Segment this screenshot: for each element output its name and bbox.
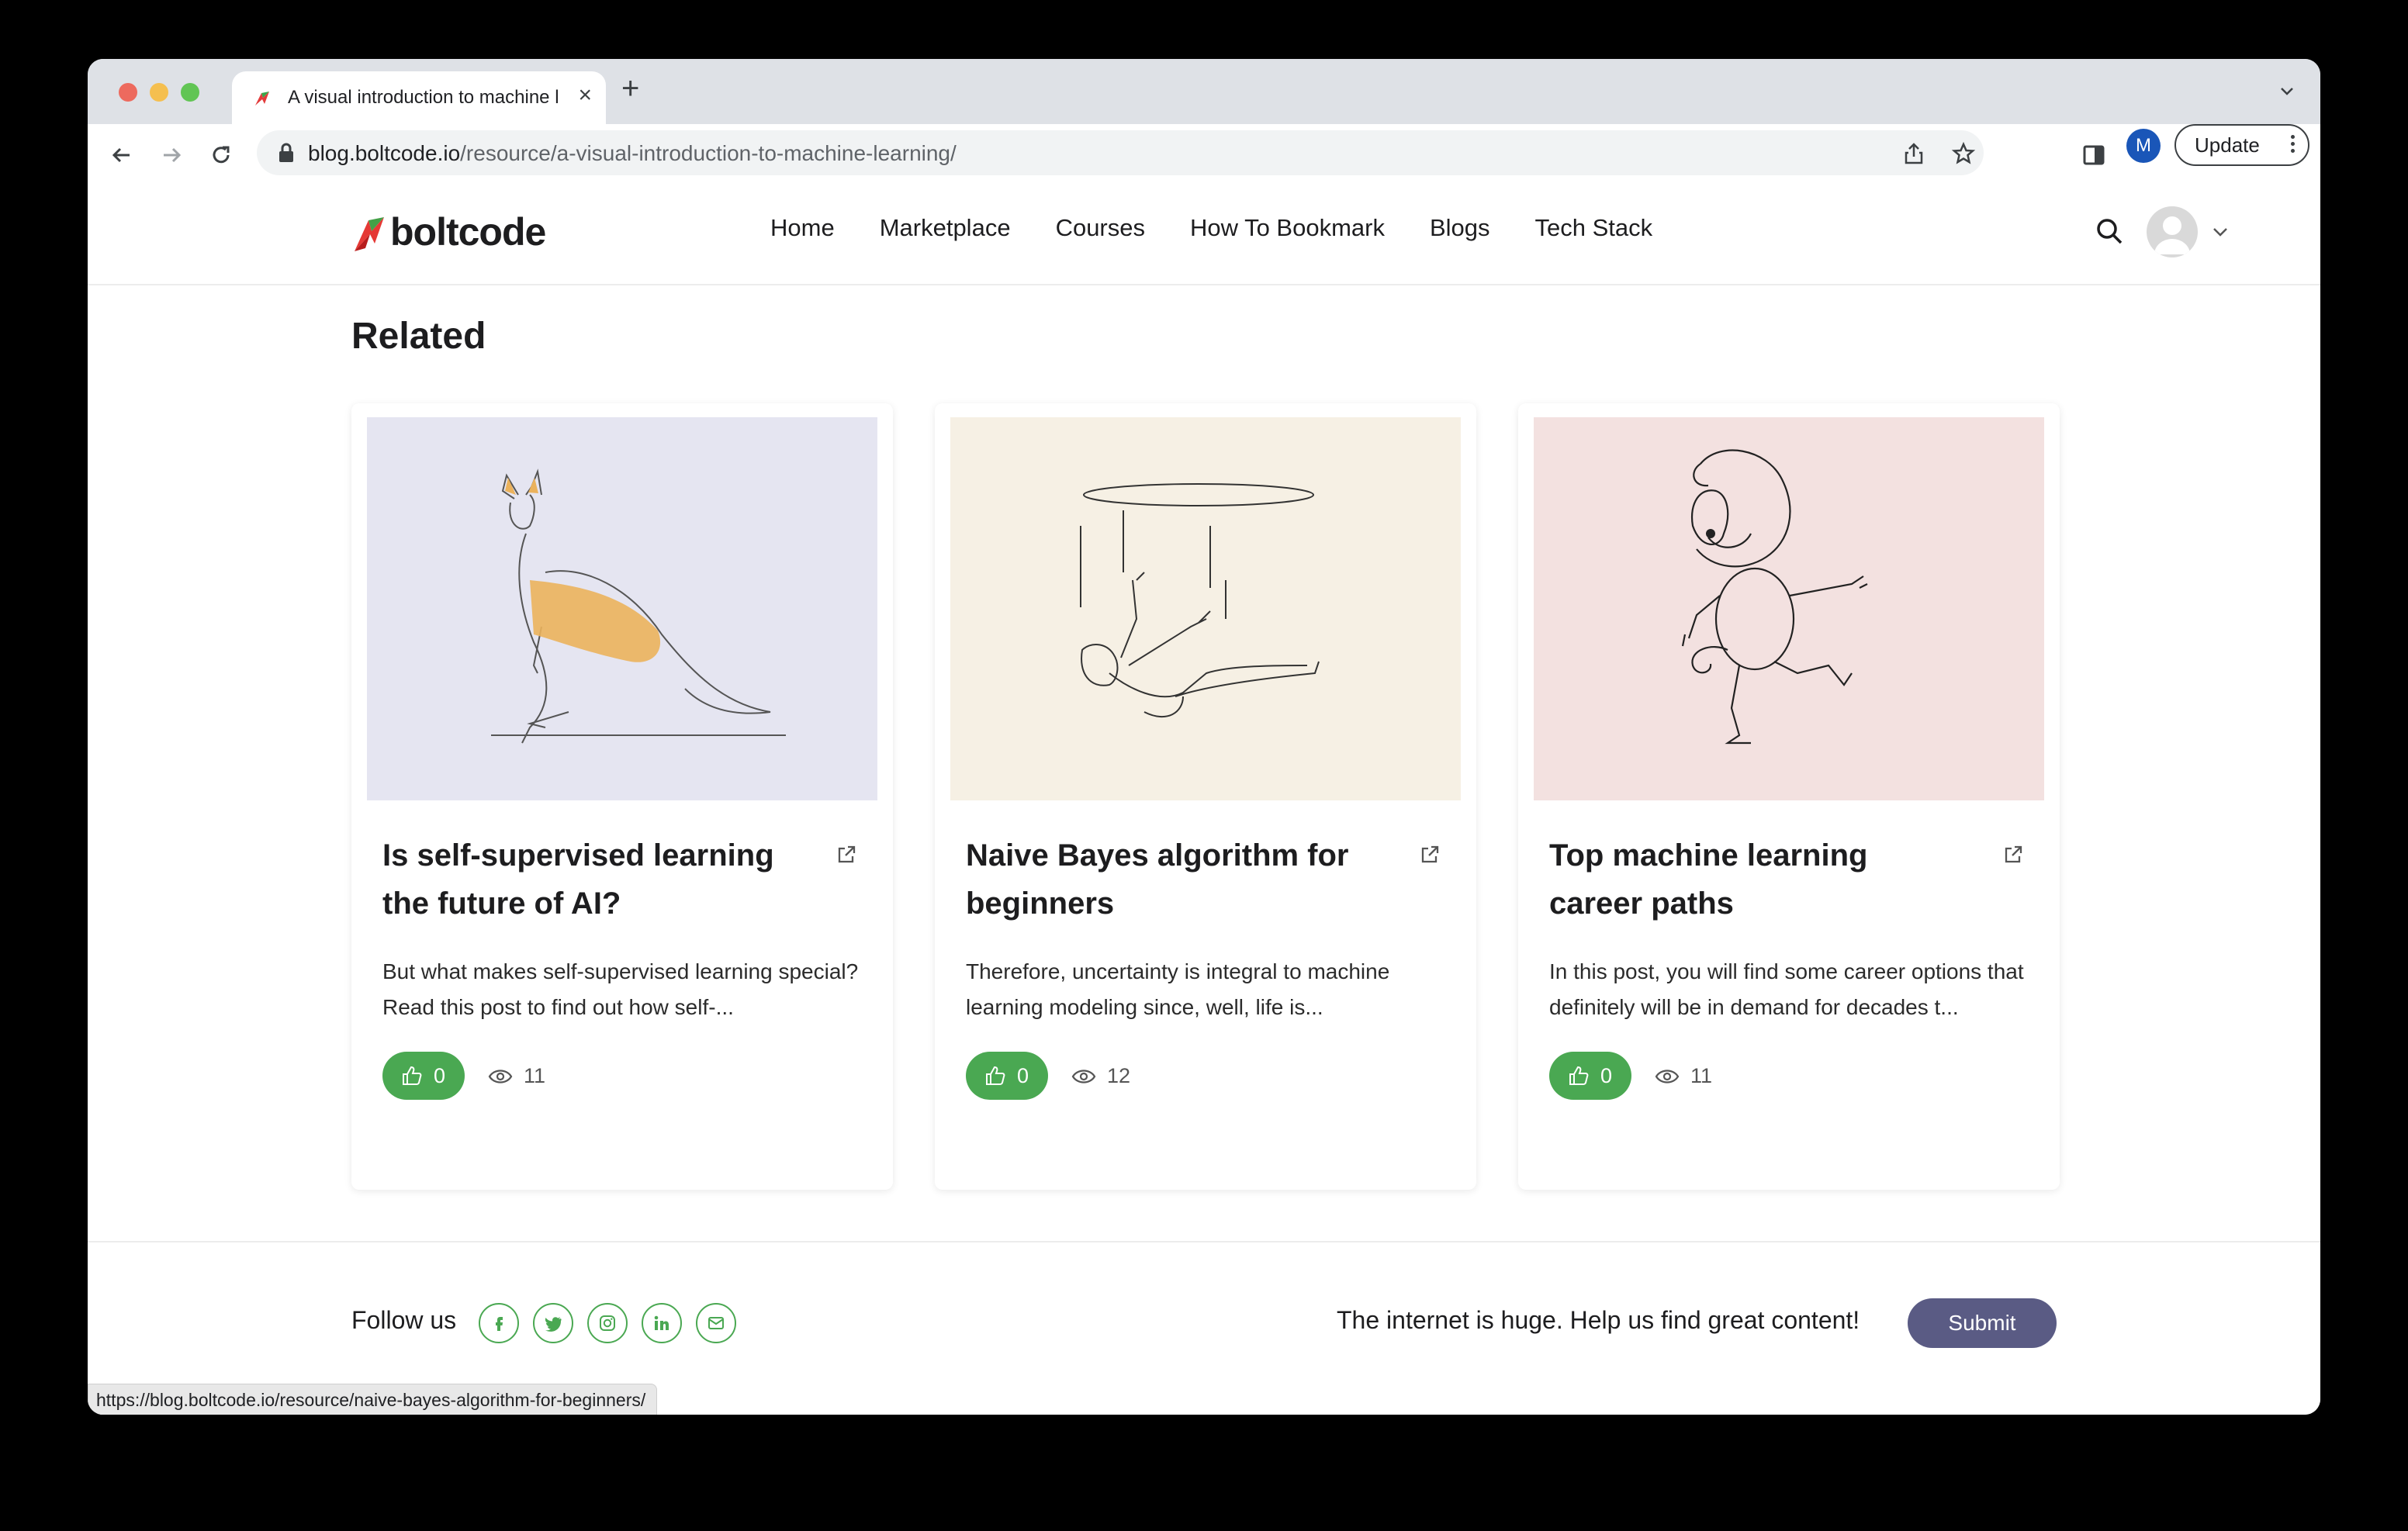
nav-blogs[interactable]: Blogs [1430,214,1490,242]
eye-icon [488,1070,513,1083]
browser-tab[interactable]: A visual introduction to machine learnin… [232,71,606,124]
like-button[interactable]: 0 [382,1052,465,1100]
card-image-falling-person[interactable] [950,417,1461,800]
forward-arrow-icon[interactable] [156,140,187,171]
minimize-window-button[interactable] [150,83,168,102]
link-status-bar: https://blog.boltcode.io/resource/naive-… [88,1384,658,1415]
site-logo[interactable]: boltcode [390,209,546,254]
facebook-icon[interactable] [479,1303,519,1343]
nav-how-to-bookmark[interactable]: How To Bookmark [1190,214,1385,242]
card-image-kangaroo[interactable] [367,417,877,800]
like-button[interactable]: 0 [966,1052,1048,1100]
card-description: In this post, you will find some career … [1549,959,2024,1019]
view-count: 11 [1690,1064,1713,1087]
reload-icon[interactable] [206,140,237,171]
close-window-button[interactable] [119,83,137,102]
boltcode-logo-icon[interactable] [351,213,387,256]
card-title[interactable]: Naive Bayes algorithm for beginners [966,831,1385,928]
card-image-monkey[interactable] [1534,417,2044,800]
like-button[interactable]: 0 [1549,1052,1631,1100]
eye-icon [1071,1070,1096,1083]
related-heading: Related [351,316,486,357]
like-count: 0 [434,1064,446,1087]
submit-button[interactable]: Submit [1908,1298,2057,1348]
bookmark-star-icon[interactable] [1951,141,1976,166]
chevron-down-icon[interactable] [2212,226,2229,237]
url-text: blog.boltcode.io/resource/a-visual-intro… [308,141,957,165]
follow-us-label: Follow us [351,1306,457,1334]
linkedin-icon[interactable] [642,1303,682,1343]
browser-window: A visual introduction to machine learnin… [88,59,2320,1415]
user-silhouette-icon [2154,216,2190,254]
eye-icon [1655,1070,1680,1083]
like-count: 0 [1600,1064,1613,1087]
external-link-icon[interactable] [1419,844,1441,866]
thumbs-up-icon [1569,1066,1589,1085]
nav-home[interactable]: Home [770,214,835,242]
card-description: Therefore, uncertainty is integral to ma… [966,959,1390,1019]
close-tab-icon[interactable]: × [578,82,592,109]
submit-cta-text: The internet is huge. Help us find great… [1337,1306,1860,1334]
card-title[interactable]: Is self-supervised learning the future o… [382,831,801,928]
nav-courses[interactable]: Courses [1056,214,1145,242]
main-nav: Home Marketplace Courses How To Bookmark… [770,214,1697,242]
view-count: 11 [524,1064,546,1087]
nav-marketplace[interactable]: Marketplace [880,214,1011,242]
thumbs-up-icon [986,1066,1005,1085]
favicon-icon [255,92,269,105]
related-card[interactable]: Naive Bayes algorithm for beginners Ther… [935,403,1476,1190]
new-tab-icon[interactable]: + [621,71,639,106]
nav-tech-stack[interactable]: Tech Stack [1535,214,1653,242]
site-header: boltcode Home Marketplace Courses How To… [88,183,2320,285]
twitter-icon[interactable] [533,1303,573,1343]
lock-icon [279,143,293,162]
email-icon[interactable] [696,1303,736,1343]
profile-avatar[interactable]: M [2126,129,2161,163]
address-bar[interactable]: blog.boltcode.io/resource/a-visual-intro… [257,130,1984,175]
back-arrow-icon[interactable] [106,140,137,171]
search-icon[interactable] [2094,216,2125,247]
update-button[interactable]: Update [2174,124,2309,166]
more-menu-icon[interactable] [2291,135,2296,156]
browser-toolbar: blog.boltcode.io/resource/a-visual-intro… [88,124,2320,186]
side-panel-icon[interactable] [2078,140,2109,171]
maximize-window-button[interactable] [181,83,199,102]
related-card[interactable]: Is self-supervised learning the future o… [351,403,893,1190]
related-card[interactable]: Top machine learning career paths In thi… [1518,403,2060,1190]
external-link-icon[interactable] [2002,844,2024,866]
tab-search-chevron-icon[interactable] [2275,79,2299,102]
share-icon[interactable] [1901,141,1926,166]
view-count: 12 [1107,1064,1131,1087]
thumbs-up-icon [403,1066,422,1085]
tab-title: A visual introduction to machine learnin… [288,87,559,108]
user-avatar[interactable] [2147,206,2198,257]
external-link-icon[interactable] [836,844,857,866]
tab-strip: A visual introduction to machine learnin… [88,59,2320,124]
like-count: 0 [1017,1064,1029,1087]
instagram-icon[interactable] [587,1303,628,1343]
card-description: But what makes self-supervised learning … [382,959,859,1019]
card-title[interactable]: Top machine learning career paths [1549,831,1968,928]
